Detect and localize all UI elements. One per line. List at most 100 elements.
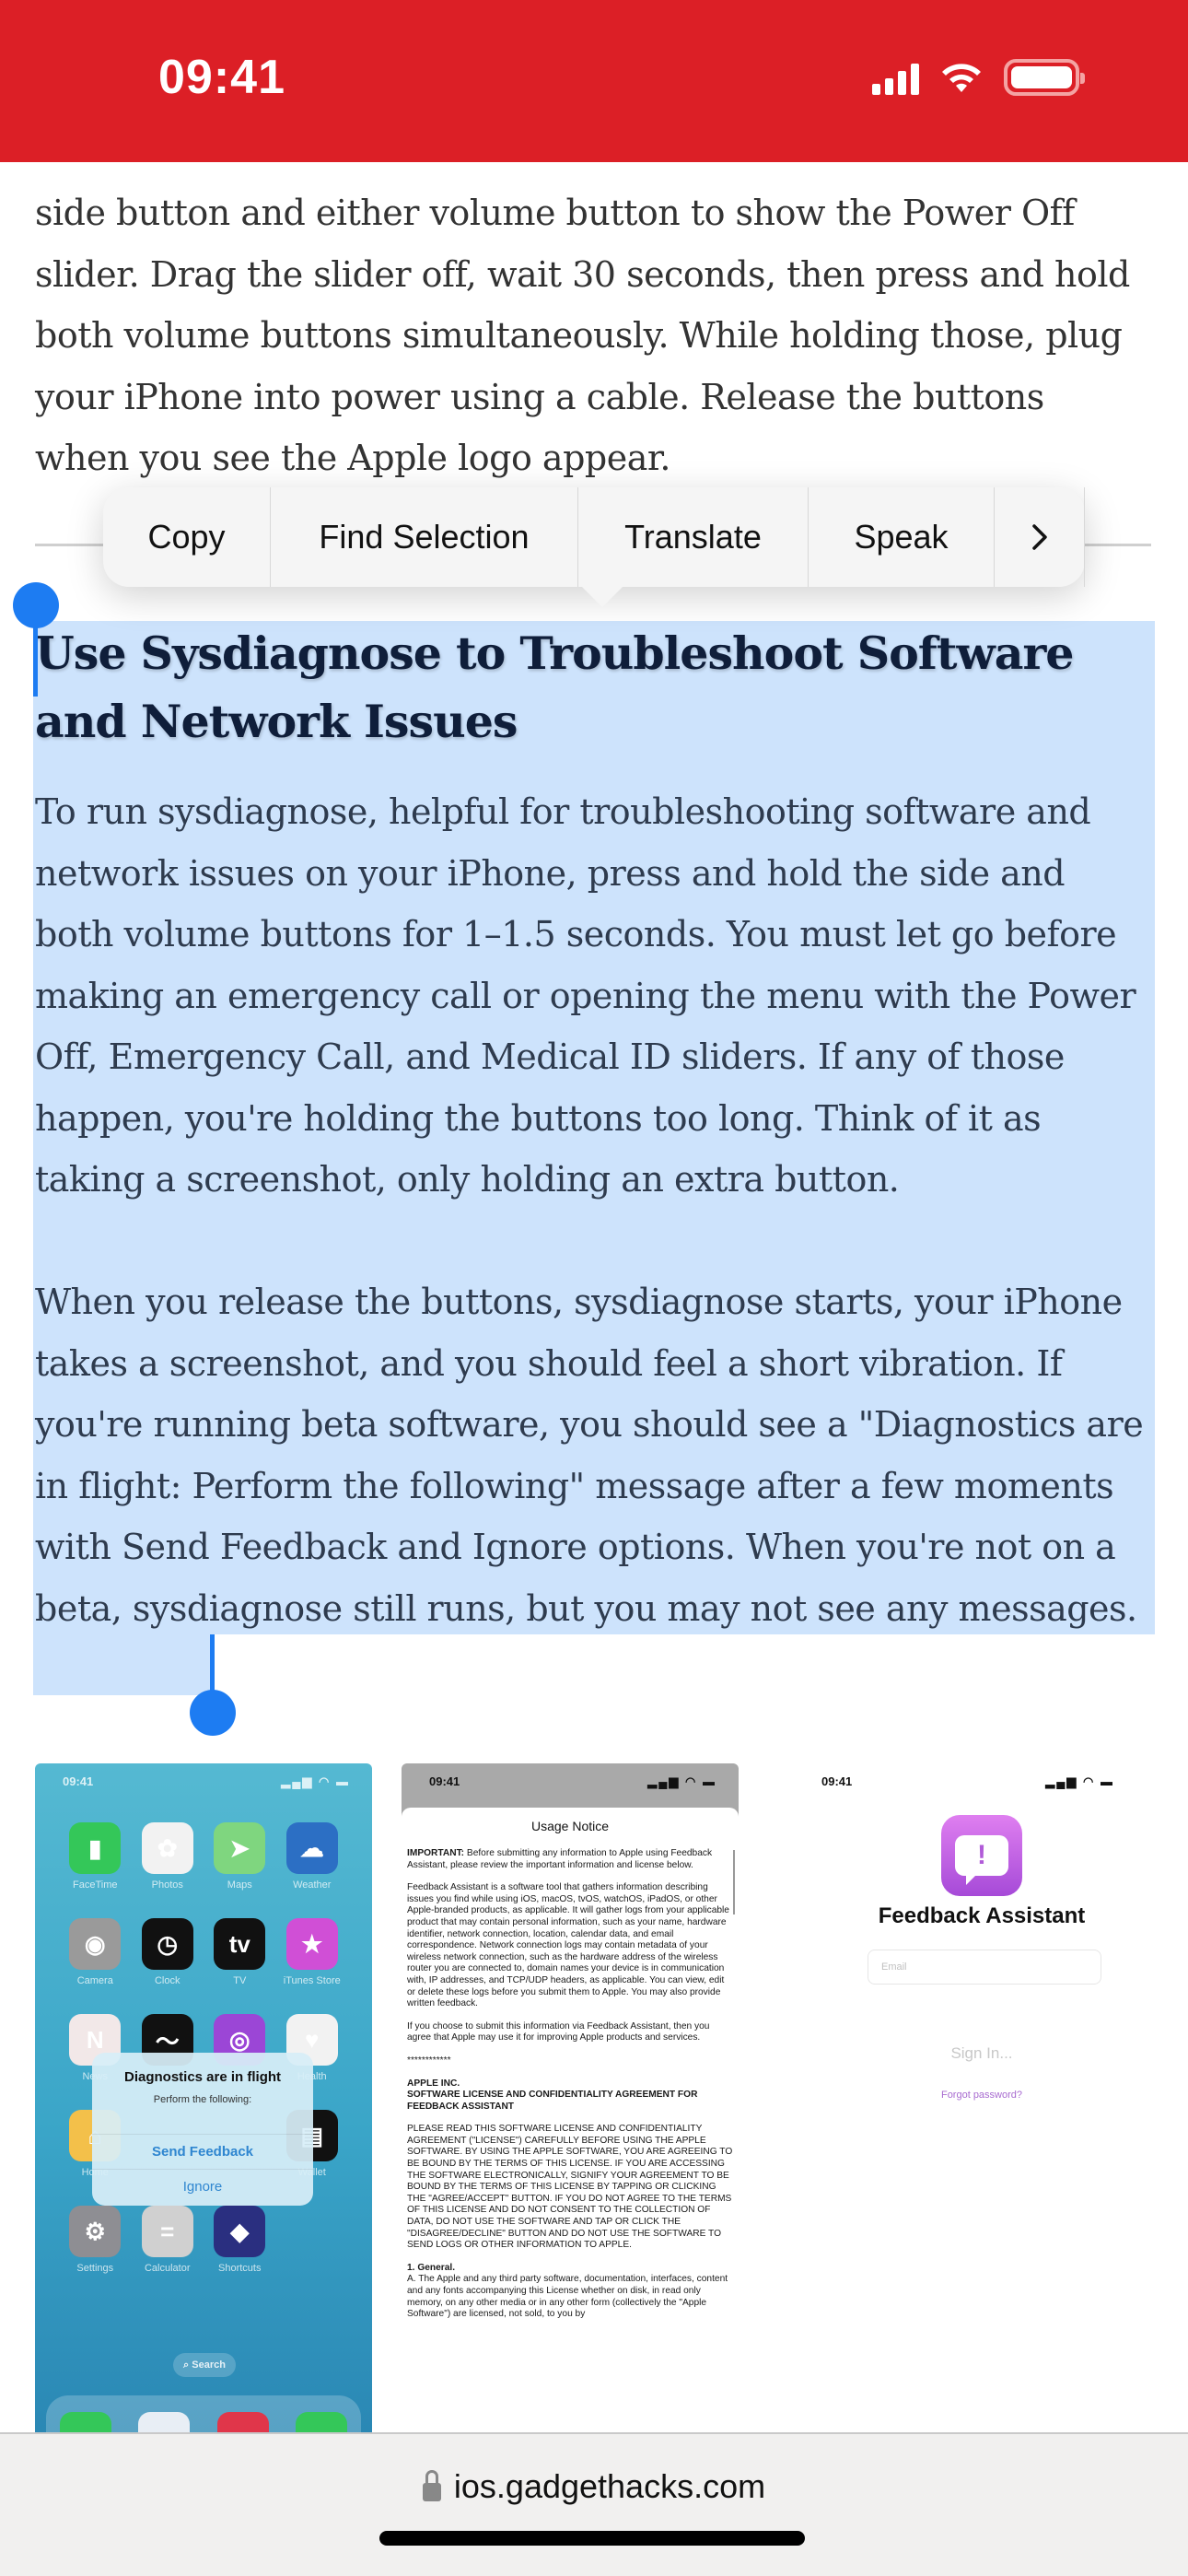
mini-time: 09:41 [429, 1774, 460, 1788]
send-feedback-button: Send Feedback [92, 2134, 313, 2169]
notice-paragraph: If you choose to submit this information… [407, 2020, 710, 2043]
intro-line: when you see the Apple logo appear. [35, 438, 670, 478]
exclamation-bubble-icon: ! [955, 1835, 1008, 1885]
lock-icon [422, 2470, 441, 2501]
mini-status-bar: 09:41 ▂▄▆ ◠ ▬ [63, 1774, 350, 1789]
app-label: Clock [154, 1975, 181, 1986]
mini-time: 09:41 [821, 1774, 853, 1788]
app-glyph-icon: ⚙ [69, 2206, 122, 2257]
app-icon-weather: ☁ Weather [276, 1822, 349, 1891]
app-icon-camera: ◉ Camera [59, 1918, 132, 1986]
selection-end-handle[interactable] [190, 1690, 236, 1736]
wifi-icon [942, 64, 981, 92]
notice-separator: ************ [407, 2055, 451, 2066]
alert-title: Diagnostics are in flight [123, 2069, 282, 2085]
forgot-password-link: Forgot password? [940, 2090, 1023, 2101]
paragraph[interactable]: To run sysdiagnose, helpful for troubles… [0, 781, 1188, 1211]
app-label: Settings [76, 2263, 114, 2274]
ignore-button: Ignore [92, 2169, 313, 2204]
app-label: TV [233, 1975, 247, 1986]
cellular-signal-icon [872, 60, 919, 95]
app-glyph-icon: ➤ [214, 1822, 266, 1874]
app-glyph-icon: ◉ [69, 1918, 122, 1970]
home-search-pill: ⌕ Search [173, 2353, 236, 2377]
intro-line: slider. Drag the slider off, wait 30 sec… [35, 253, 1130, 295]
text-context-menu: Copy Find Selection Translate Speak [103, 487, 1085, 607]
mini-status-icons: ▂▄▆ ◠ ▬ [1045, 1774, 1114, 1788]
app-icon-maps: ➤ Maps [204, 1822, 276, 1891]
app-icon-itunes-store: ★ iTunes Store [276, 1918, 349, 1986]
find-selection-button[interactable]: Find Selection [271, 487, 578, 587]
selection-start-handle[interactable] [13, 582, 59, 628]
chevron-right-icon [1031, 524, 1047, 550]
safari-address-bar[interactable]: ios.gadgethacks.com [0, 2432, 1188, 2576]
url-display[interactable]: ios.gadgethacks.com [0, 2467, 1188, 2506]
app-icon-settings: ⚙ Settings [59, 2206, 132, 2274]
more-options-button[interactable] [995, 487, 1085, 587]
copy-button[interactable]: Copy [103, 487, 271, 587]
app-icon-shortcuts: ◆ Shortcuts [204, 2206, 276, 2274]
section-heading[interactable]: Use Sysdiagnose to Troubleshoot Software… [35, 619, 1140, 755]
battery-icon [1004, 59, 1085, 96]
app-icon-photos: ✿ Photos [132, 1822, 204, 1891]
intro-line: both volume buttons simultaneously. Whil… [35, 315, 1123, 356]
text-selection-highlight-tail [33, 1634, 214, 1695]
section-heading-general: 1. General. [407, 2262, 456, 2273]
app-label: Camera [76, 1975, 113, 1986]
section-text: A. The Apple and any third party softwar… [407, 2274, 728, 2320]
home-screen-screenshot[interactable]: 09:41 ▂▄▆ ◠ ▬ ▮ FaceTime ✿ Photos ➤ Maps ☁ Weat… [35, 1763, 372, 2436]
license-heading: APPLE INC. SOFTWARE LICENSE AND CONFIDEN… [407, 2078, 698, 2112]
status-time: 09:41 [158, 51, 285, 104]
search-label: Search [192, 2359, 226, 2371]
app-glyph-icon: = [141, 2206, 193, 2257]
feedback-assistant-screenshot[interactable]: 09:41 ▂▄▆ ◠ ▬ ! Feedback Assistant Email… [768, 1763, 1151, 2436]
status-bar: 09:41 [0, 0, 1188, 162]
alert-message: Perform the following: [153, 2094, 252, 2105]
usage-notice-screenshot[interactable]: 09:41 ▂▄▆ ◠ ▬ Usage Notice IMPORTANT: Be… [402, 1763, 739, 2436]
context-menu-pointer [582, 587, 623, 607]
app-label: Maps [227, 1879, 252, 1891]
intro-line: side button and either volume button to … [35, 193, 1075, 233]
license-text: PLEASE READ THIS SOFTWARE LICENSE AND CO… [407, 2124, 733, 2251]
diagnostics-alert: Diagnostics are in flight Perform the fo… [92, 2053, 313, 2206]
mini-status-icons: ▂▄▆ ◠ ▬ [281, 1774, 350, 1788]
email-field: Email [868, 1950, 1101, 1985]
mini-status-bar: 09:41 ▂▄▆ ◠ ▬ [429, 1774, 716, 1789]
app-icon-facetime: ▮ FaceTime [59, 1822, 132, 1891]
app-label: Photos [151, 1879, 183, 1891]
app-glyph-icon: tv [214, 1918, 266, 1970]
app-label: iTunes Store [283, 1975, 341, 1986]
feedback-assistant-app-icon: ! [941, 1815, 1022, 1896]
usage-notice-title: Usage Notice [530, 1819, 610, 1833]
screenshot-gallery: 09:41 ▂▄▆ ◠ ▬ ▮ FaceTime ✿ Photos ➤ Maps ☁ Weat… [35, 1763, 1151, 2436]
home-indicator[interactable] [379, 2531, 805, 2546]
speak-button[interactable]: Speak [809, 487, 995, 587]
app-icon-clock: ◷ Clock [132, 1918, 204, 1986]
paragraph[interactable]: When you release the buttons, sysdiagnos… [0, 1271, 1188, 1639]
mini-status-icons: ▂▄▆ ◠ ▬ [647, 1774, 716, 1788]
usage-notice-text: IMPORTANT: Before submitting any informa… [407, 1848, 733, 2321]
app-glyph-icon: ☁ [285, 1822, 338, 1874]
search-icon: ⌕ [183, 2359, 192, 2371]
translate-button[interactable]: Translate [578, 487, 809, 587]
important-label: IMPORTANT: [407, 1848, 465, 1858]
app-icon-tv: tv TV [204, 1918, 276, 1986]
mini-status-bar: 09:41 ▂▄▆ ◠ ▬ [821, 1774, 1114, 1789]
scroll-indicator [733, 1850, 735, 1914]
feedback-assistant-title: Feedback Assistant [878, 1903, 1086, 1928]
app-label: Shortcuts [218, 2263, 262, 2274]
app-glyph-icon: ◷ [141, 1918, 193, 1970]
app-glyph-icon: ◆ [214, 2206, 266, 2257]
dock [46, 2395, 361, 2436]
url-text[interactable]: ios.gadgethacks.com [454, 2467, 765, 2506]
notice-paragraph: Feedback Assistant is a software tool th… [407, 1882, 729, 2009]
usage-notice-sheet: Usage Notice IMPORTANT: Before submittin… [402, 1808, 739, 2436]
app-glyph-icon: ▮ [69, 1822, 122, 1874]
app-glyph-icon: ★ [285, 1918, 338, 1970]
intro-paragraph: side button and either volume button to … [0, 182, 1188, 489]
app-glyph-icon: ✿ [141, 1822, 193, 1874]
intro-line: your iPhone into power using a cable. Re… [35, 376, 1044, 417]
sign-in-button: Sign In... [950, 2044, 1013, 2062]
app-label: FaceTime [73, 1879, 118, 1891]
mini-time: 09:41 [63, 1774, 94, 1788]
